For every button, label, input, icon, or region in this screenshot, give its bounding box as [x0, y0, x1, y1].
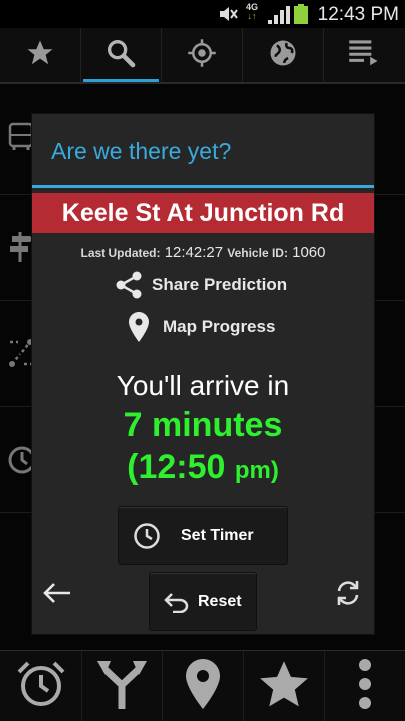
stop-name-banner: Keele St At Junction Rd — [32, 193, 374, 233]
bus-icon — [8, 122, 34, 157]
alarm-clock-icon — [15, 658, 67, 715]
vehicle-id-label: Vehicle ID: — [227, 246, 288, 260]
map-progress-button[interactable]: Map Progress — [129, 312, 275, 342]
tab-search[interactable] — [81, 28, 162, 82]
signal-icon — [268, 6, 290, 29]
set-timer-button[interactable]: Set Timer — [118, 506, 288, 565]
last-updated-value: 12:42:27 — [164, 244, 224, 261]
refresh-icon[interactable] — [333, 578, 363, 613]
status-time: 12:43 PM — [317, 4, 399, 25]
arrive-in-text: You'll arrive in — [116, 370, 290, 401]
network-4g-icon: 4G ↓↑ — [246, 2, 259, 21]
signpost-icon — [8, 230, 34, 269]
share-prediction-button[interactable]: Share Prediction — [114, 270, 287, 300]
mute-icon — [218, 5, 238, 28]
undo-icon — [164, 591, 190, 613]
overflow-menu-icon — [357, 657, 373, 716]
last-updated-label: Last Updated: — [80, 246, 161, 260]
search-icon — [105, 37, 137, 74]
map-pin-icon — [129, 312, 149, 342]
bottom-tab-route[interactable] — [81, 651, 163, 721]
share-icon — [114, 270, 144, 300]
location-target-icon — [187, 38, 217, 73]
arrival-ampm: pm) — [234, 457, 279, 484]
route-icon — [8, 338, 34, 373]
star-icon — [258, 659, 310, 714]
map-pin-icon — [185, 658, 220, 714]
reset-button[interactable]: Reset — [149, 572, 257, 631]
arrival-dialog: Are we there yet? Keele St At Junction R… — [32, 114, 374, 634]
tab-favorites[interactable] — [0, 28, 81, 82]
update-info: Last Updated: 12:42:27 Vehicle ID: 1060 — [32, 244, 374, 261]
top-tab-bar — [0, 28, 405, 84]
tab-nearby[interactable] — [162, 28, 243, 82]
title-divider — [32, 185, 374, 188]
star-icon — [25, 38, 55, 73]
back-arrow-icon[interactable] — [42, 580, 72, 611]
battery-icon — [294, 4, 308, 29]
tab-list[interactable] — [324, 28, 404, 82]
list-icon — [348, 39, 380, 72]
arrival-time: (12:50 pm) — [32, 448, 374, 487]
status-bar: 4G ↓↑ 12:43 PM — [0, 0, 405, 28]
minutes-remaining: 7 minutes — [123, 406, 283, 444]
clock-icon — [133, 522, 161, 550]
bottom-tab-alarm[interactable] — [0, 651, 82, 721]
arrival-time-value: (12:50 — [127, 448, 226, 486]
set-timer-label: Set Timer — [181, 526, 254, 544]
bottom-tab-favorites[interactable] — [243, 651, 325, 721]
share-prediction-label: Share Prediction — [152, 275, 288, 294]
dialog-title: Are we there yet? — [51, 138, 232, 164]
tab-map[interactable] — [243, 28, 324, 82]
merge-route-icon — [95, 657, 149, 716]
map-progress-label: Map Progress — [163, 317, 276, 336]
bottom-toolbar — [0, 650, 405, 721]
globe-icon — [268, 38, 298, 73]
reset-label: Reset — [198, 592, 242, 610]
vehicle-id-value: 1060 — [292, 244, 326, 261]
bottom-tab-location[interactable] — [162, 651, 244, 721]
bottom-tab-more[interactable] — [324, 651, 405, 721]
